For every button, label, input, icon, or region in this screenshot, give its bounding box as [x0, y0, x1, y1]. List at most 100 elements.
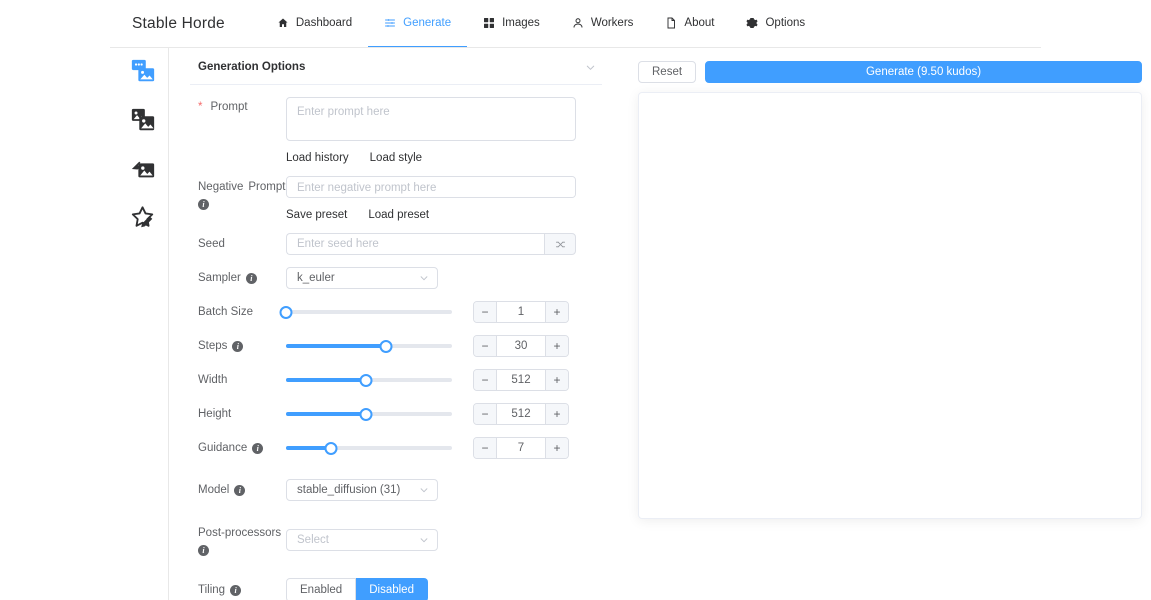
nav-item-workers[interactable]: Workers — [556, 0, 650, 48]
text-to-image-icon[interactable] — [128, 56, 158, 86]
image-to-image-icon[interactable] — [128, 105, 158, 135]
slider-thumb[interactable] — [324, 441, 338, 455]
required-marker: * — [198, 101, 203, 113]
decrement-button[interactable]: − — [474, 336, 497, 356]
mode-rail — [118, 48, 168, 600]
slider-thumb[interactable] — [359, 373, 373, 387]
seed-input[interactable] — [286, 233, 544, 255]
info-icon[interactable]: i — [245, 273, 257, 284]
prompt-label: * Prompt — [190, 97, 286, 118]
content-area: Generation Options * Prompt Load history… — [169, 48, 1151, 600]
slider-thumb[interactable] — [279, 305, 293, 319]
tiling-option-enabled[interactable]: Enabled — [286, 578, 357, 600]
prompt-sublinks: Load history Load style — [286, 146, 602, 164]
width-slider[interactable] — [286, 372, 452, 388]
increment-button[interactable]: + — [545, 370, 568, 390]
nav-label: Workers — [590, 17, 634, 29]
brand-title: Stable Horde — [132, 15, 225, 32]
nav-label: Images — [502, 17, 540, 29]
steps-slider[interactable] — [286, 338, 452, 354]
field-steps: Steps i − 30 + — [190, 323, 602, 357]
decrement-button[interactable]: − — [474, 370, 497, 390]
steps-value[interactable]: 30 — [497, 336, 545, 356]
nav-label: Dashboard — [295, 17, 353, 29]
width-stepper: − 512 + — [473, 369, 569, 391]
nav-item-about[interactable]: About — [649, 0, 730, 48]
section-title: Generation Options — [198, 61, 306, 73]
increment-button[interactable]: + — [545, 302, 568, 322]
nav-item-images[interactable]: Images — [467, 0, 556, 48]
height-stepper: − 512 + — [473, 403, 569, 425]
sampler-select[interactable]: k_euler — [286, 267, 438, 289]
negative-prompt-sublinks: Save preset Load preset — [286, 203, 602, 221]
generation-options-header[interactable]: Generation Options — [190, 61, 602, 85]
reset-button[interactable]: Reset — [638, 61, 697, 83]
seed-label: Seed — [198, 237, 225, 250]
generate-button[interactable]: Generate (9.50 kudos) — [705, 61, 1142, 83]
height-label: Height — [198, 407, 232, 420]
field-batch-size: Batch Size − 1 + — [190, 289, 602, 323]
slider-thumb[interactable] — [359, 407, 373, 421]
increment-button[interactable]: + — [545, 404, 568, 424]
load-style-link[interactable]: Load style — [370, 152, 422, 164]
field-model: Model i stable_diffusion (31) — [190, 459, 602, 501]
info-icon[interactable]: i — [198, 199, 209, 210]
batch-size-stepper: − 1 + — [473, 301, 569, 323]
guidance-label: Guidance i — [190, 438, 286, 459]
star-edit-icon[interactable] — [128, 203, 158, 233]
height-slider[interactable] — [286, 406, 452, 422]
increment-button[interactable]: + — [545, 336, 568, 356]
nav-item-generate[interactable]: Generate — [368, 0, 468, 48]
field-post-processors: Post-processors i Select — [190, 501, 602, 556]
slider-fill — [286, 378, 366, 382]
document-icon — [665, 17, 677, 29]
info-icon[interactable]: i — [230, 585, 242, 596]
batch-size-value[interactable]: 1 — [497, 302, 545, 322]
info-icon[interactable]: i — [198, 545, 209, 556]
info-icon[interactable]: i — [234, 485, 246, 496]
model-select[interactable]: stable_diffusion (31) — [286, 479, 438, 501]
grid-icon — [483, 17, 495, 29]
gear-icon — [746, 17, 759, 29]
tune-icon — [384, 17, 396, 29]
post-processors-value: Select — [297, 533, 329, 546]
prompt-input[interactable] — [286, 97, 576, 141]
batch-size-slider[interactable] — [279, 304, 452, 320]
decrement-button[interactable]: − — [474, 302, 497, 322]
negative-prompt-input[interactable] — [286, 176, 576, 198]
decrement-button[interactable]: − — [474, 438, 497, 458]
chevron-down-icon — [419, 273, 429, 283]
post-processors-select[interactable]: Select — [286, 528, 438, 551]
increment-button[interactable]: + — [545, 438, 568, 458]
model-value: stable_diffusion (31) — [297, 484, 401, 496]
post-processors-label: Post-processors i — [198, 527, 282, 556]
guidance-slider[interactable] — [286, 440, 452, 456]
slider-thumb[interactable] — [379, 339, 393, 353]
chevron-down-icon[interactable] — [585, 62, 596, 73]
load-history-link[interactable]: Load history — [286, 152, 349, 164]
nav-item-dashboard[interactable]: Dashboard — [261, 0, 368, 48]
guidance-value[interactable]: 7 — [497, 438, 545, 458]
slider-fill — [286, 344, 386, 348]
negative-prompt-label: Negative Prompt i — [198, 181, 286, 210]
model-label: Model i — [190, 480, 286, 501]
tiling-label: Tiling i — [190, 580, 286, 600]
chevron-down-icon — [419, 485, 429, 495]
guidance-stepper: − 7 + — [473, 437, 569, 459]
tiling-option-disabled[interactable]: Disabled — [356, 578, 428, 600]
load-preset-link[interactable]: Load preset — [368, 209, 429, 221]
nav-item-options[interactable]: Options — [730, 0, 821, 48]
dice-icon[interactable] — [544, 233, 576, 255]
decrement-button[interactable]: − — [474, 404, 497, 424]
width-value[interactable]: 512 — [497, 370, 545, 390]
batch-size-label: Batch Size — [198, 305, 253, 318]
main-nav: Dashboard Generate Images Workers About … — [261, 0, 821, 48]
generation-options-form: Generation Options * Prompt Load history… — [190, 61, 602, 600]
info-icon[interactable]: i — [252, 443, 264, 454]
tiling-toggle-group: Enabled Disabled — [286, 578, 602, 600]
height-value[interactable]: 512 — [497, 404, 545, 424]
info-icon[interactable]: i — [232, 341, 244, 352]
save-preset-link[interactable]: Save preset — [286, 209, 347, 221]
slider-fill — [286, 412, 366, 416]
inpainting-icon[interactable] — [128, 154, 158, 184]
